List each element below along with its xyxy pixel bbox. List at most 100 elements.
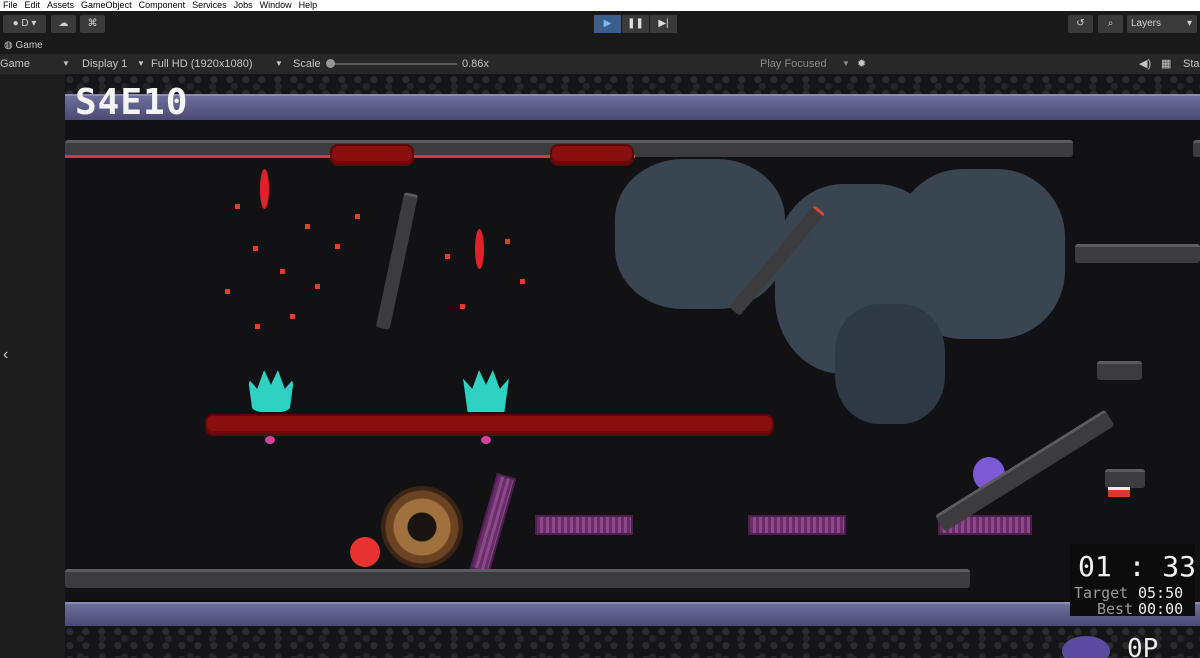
collab-button[interactable]: ⌘ xyxy=(80,15,105,33)
account-button[interactable]: ● D ▾ xyxy=(3,15,46,33)
pink-flower xyxy=(481,436,491,444)
chevron-down-icon: ▾ xyxy=(31,18,37,29)
small-ledge xyxy=(1097,361,1142,380)
lava-particle xyxy=(335,244,340,249)
menu-gameobject[interactable]: GameObject xyxy=(78,0,136,11)
scale-label: Scale xyxy=(293,58,321,70)
left-panel: ‹ xyxy=(0,74,65,658)
lava-particle xyxy=(235,204,240,209)
step-button[interactable]: ▶| xyxy=(650,15,677,33)
pause-button[interactable]: ❚❚ xyxy=(622,15,649,33)
rock-ceiling xyxy=(65,74,1200,94)
lava-particle xyxy=(460,304,465,309)
red-fluffy-player xyxy=(350,537,380,567)
tab-row: ◍ Game xyxy=(0,38,1200,54)
best-value: 00:00 xyxy=(1138,600,1184,618)
game-viewport[interactable]: S4E10 01 : 33 Target 05:50 Best 00:00 0P xyxy=(65,74,1200,658)
cloud-icon: ☁ xyxy=(58,18,69,29)
menu-file[interactable]: File xyxy=(0,0,22,11)
barrel-cannon xyxy=(381,486,463,568)
playback-controls: ▶ ❚❚ ▶| xyxy=(594,15,678,33)
menu-assets[interactable]: Assets xyxy=(44,0,78,11)
menu-services[interactable]: Services xyxy=(189,0,231,11)
level-title: S4E10 xyxy=(75,82,189,123)
corner-text: 0P xyxy=(1127,634,1159,658)
gamepad-icon: ◍ xyxy=(4,40,13,51)
history-icon: ↺ xyxy=(1076,18,1085,29)
tab-game-label: Game xyxy=(15,40,43,51)
purple-platform xyxy=(748,515,846,535)
play-icon: ▶ xyxy=(603,18,612,29)
play-focused-label: Play Focused xyxy=(760,58,827,70)
account-icon: ● xyxy=(12,18,19,29)
display-dropdown[interactable]: Display 1 ▼ xyxy=(82,54,146,74)
resolution-dropdown[interactable]: Full HD (1920x1080) ▼ xyxy=(151,54,285,74)
red-hazard-platform xyxy=(205,414,774,436)
scale-slider[interactable] xyxy=(326,59,457,68)
menu-component[interactable]: Component xyxy=(136,0,190,11)
step-ledge xyxy=(1105,469,1145,488)
rock-floor xyxy=(65,626,1200,658)
chevron-left-icon[interactable]: ‹ xyxy=(3,346,8,364)
lava-drop xyxy=(260,169,269,209)
mode-dropdown[interactable]: Game ▼ xyxy=(0,54,74,74)
timer-value: 01 : 33 xyxy=(1078,550,1197,583)
best-label: Best xyxy=(1097,600,1134,618)
chevron-down-icon: ▼ xyxy=(137,59,145,68)
lava-particle xyxy=(445,254,450,259)
red-button-switch xyxy=(1108,487,1130,497)
lava-particle xyxy=(355,214,360,219)
ground-floor xyxy=(65,569,970,588)
timer-panel: 01 : 33 Target 05:50 Best 00:00 xyxy=(1070,544,1197,618)
chevron-down-icon: ▼ xyxy=(842,59,850,68)
main-toolbar: ● D ▾ ☁ ⌘ ▶ ❚❚ ▶| ↺ ⌕ Layers ▾ xyxy=(0,11,1200,38)
tab-game[interactable]: ◍ Game xyxy=(2,38,49,54)
display-label: Display 1 xyxy=(82,58,128,70)
play-focused-dropdown[interactable]: Play Focused ▼ xyxy=(760,54,850,74)
pink-flower xyxy=(265,436,275,444)
menu-edit[interactable]: Edit xyxy=(22,0,45,11)
stats-button[interactable]: Sta xyxy=(1183,54,1200,74)
lava-particle xyxy=(280,269,285,274)
menu-window[interactable]: Window xyxy=(257,0,296,11)
keyboard-icon[interactable]: ▦ xyxy=(1161,54,1171,74)
cloud-shape xyxy=(835,304,945,424)
menu-help[interactable]: Help xyxy=(296,0,322,11)
menu-bar: File Edit Assets GameObject Component Service… xyxy=(0,0,1200,11)
chevron-down-icon: ▼ xyxy=(275,59,283,68)
step-icon: ▶| xyxy=(658,18,669,29)
ceiling-ledge-right xyxy=(1193,140,1200,157)
account-label: D xyxy=(21,18,29,29)
bottom-band xyxy=(65,602,1200,628)
bug-icon[interactable]: ✹ xyxy=(857,54,866,74)
menu-jobs[interactable]: Jobs xyxy=(231,0,257,11)
red-hazard-block xyxy=(550,144,634,166)
mode-label: Game xyxy=(0,58,30,70)
lava-particle xyxy=(520,279,525,284)
search-icon: ⌕ xyxy=(1107,18,1114,29)
resolution-label: Full HD (1920x1080) xyxy=(151,58,253,70)
lava-particle xyxy=(255,324,260,329)
lava-particle xyxy=(305,224,310,229)
search-button[interactable]: ⌕ xyxy=(1098,15,1123,33)
scale-slider-handle[interactable] xyxy=(326,59,335,68)
lava-particle xyxy=(290,314,295,319)
lava-particle xyxy=(225,289,230,294)
purple-platform xyxy=(535,515,633,535)
scale-value: 0.86x xyxy=(462,58,489,70)
play-button[interactable]: ▶ xyxy=(594,15,621,33)
game-view-toolbar: Game ▼ Display 1 ▼ Full HD (1920x1080) ▼… xyxy=(0,54,1200,74)
speaker-icon[interactable]: ◀) xyxy=(1139,54,1151,74)
right-ledge xyxy=(1075,244,1200,263)
purple-player-avatar xyxy=(1062,636,1110,658)
lava-particle xyxy=(253,246,258,251)
lava-particle xyxy=(315,284,320,289)
layers-dropdown[interactable]: Layers ▾ xyxy=(1127,15,1197,33)
lava-particle xyxy=(505,239,510,244)
history-button[interactable]: ↺ xyxy=(1068,15,1093,33)
top-band xyxy=(65,94,1200,122)
chevron-down-icon: ▾ xyxy=(1186,18,1192,29)
cloud-button[interactable]: ☁ xyxy=(51,15,76,33)
layers-label: Layers xyxy=(1131,18,1162,29)
pause-icon: ❚❚ xyxy=(627,18,644,29)
